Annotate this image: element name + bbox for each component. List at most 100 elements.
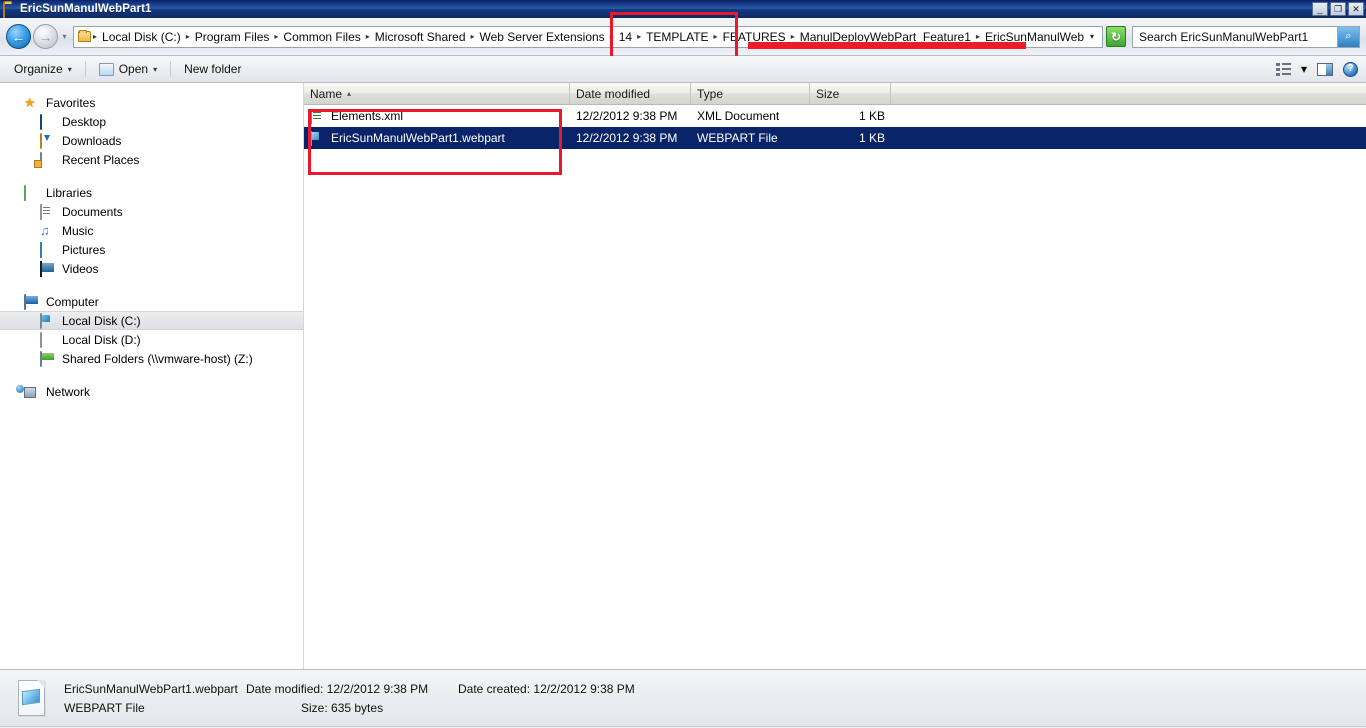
sidebar-item-desktop[interactable]: Desktop (0, 112, 303, 131)
sidebar-item-computer[interactable]: Computer (0, 292, 303, 311)
navigation-bar: ← → ▾ ▸ Local Disk (C:) ▸ Program Files … (0, 12, 1366, 59)
table-row[interactable]: Elements.xml 12/2/2012 9:38 PM XML Docum… (304, 105, 1366, 127)
organize-button[interactable]: Organize ▾ (8, 60, 78, 78)
desktop-icon (40, 113, 56, 130)
details-file-type: WEBPART File (64, 700, 145, 715)
nav-group-libraries: Libraries Documents ♫ Music Pictures Vid… (0, 183, 303, 278)
maximize-button[interactable]: ❐ (1330, 2, 1346, 16)
new-folder-button[interactable]: New folder (178, 60, 247, 78)
recent-pages-dropdown[interactable]: ▾ (58, 32, 71, 41)
details-size-value: 635 bytes (331, 700, 384, 715)
breadcrumb: ▸ Local Disk (C:) ▸ Program Files ▸ Comm… (92, 28, 1084, 46)
sidebar-item-videos[interactable]: Videos (0, 259, 303, 278)
column-header-size[interactable]: Size (810, 83, 891, 104)
open-button[interactable]: Open ▾ (93, 60, 163, 78)
breadcrumb-item-14[interactable]: 14 (615, 28, 636, 46)
sidebar-label: Local Disk (D:) (62, 332, 141, 347)
sidebar-item-shared-folders-z[interactable]: Shared Folders (\\vmware-host) (Z:) (0, 349, 303, 368)
network-drive-icon (40, 350, 56, 367)
drive-icon (40, 331, 56, 348)
videos-icon (40, 260, 56, 277)
breadcrumb-item-local-disk-c[interactable]: Local Disk (C:) (98, 28, 185, 46)
details-column-modified: Date modified: 12/2/2012 9:38 PM Size: 6… (246, 682, 458, 715)
breadcrumb-item-manuldeploywebpart-feature1[interactable]: ManulDeployWebPart_Feature1 (796, 28, 975, 46)
sidebar-item-local-disk-c[interactable]: Local Disk (C:) (0, 311, 303, 330)
address-bar[interactable]: ▸ Local Disk (C:) ▸ Program Files ▸ Comm… (73, 25, 1103, 48)
libraries-icon (24, 184, 40, 201)
preview-pane-icon[interactable] (1317, 62, 1333, 76)
breadcrumb-item-template[interactable]: TEMPLATE (642, 28, 712, 46)
navigation-pane: ★ Favorites Desktop Downloads Recent Pla… (0, 83, 304, 669)
sidebar-label: Pictures (62, 242, 106, 257)
file-rows: Elements.xml 12/2/2012 9:38 PM XML Docum… (304, 105, 1366, 149)
search-input[interactable]: Search EricSunManulWebPart1 ⌕ (1132, 25, 1360, 48)
sidebar-label: Recent Places (62, 152, 140, 167)
refresh-button[interactable]: ↻ (1106, 26, 1126, 47)
window-controls: _ ❐ ✕ (1312, 2, 1364, 16)
details-date-created-value: 12/2/2012 9:38 PM (533, 681, 635, 696)
window-title-bar[interactable]: EricSunManulWebPart1 _ ❐ ✕ (0, 0, 1366, 18)
search-input-value[interactable]: Search EricSunManulWebPart1 (1139, 30, 1337, 44)
sidebar-item-network[interactable]: Network (0, 382, 303, 401)
file-date-cell: 12/2/2012 9:38 PM (576, 109, 678, 123)
breadcrumb-item-ericsunmanulwebpart1[interactable]: EricSunManulWebPart1 (981, 28, 1084, 46)
change-view-icon[interactable] (1275, 62, 1291, 76)
breadcrumb-item-features[interactable]: FEATURES (719, 28, 790, 46)
command-bar-right: ▾ ? (1275, 61, 1358, 77)
file-list-pane: Name ▴ Date modified Type Size Elements.… (304, 83, 1366, 669)
breadcrumb-item-program-files[interactable]: Program Files (191, 28, 274, 46)
sidebar-item-local-disk-d[interactable]: Local Disk (D:) (0, 330, 303, 349)
details-columns: EricSunManulWebPart1.webpart WEBPART Fil… (64, 682, 1352, 715)
documents-icon (40, 203, 56, 220)
help-icon[interactable]: ? (1343, 61, 1358, 77)
column-header-name[interactable]: Name ▴ (304, 83, 570, 104)
toolbar-divider (170, 61, 172, 77)
breadcrumb-item-web-server-extensions[interactable]: Web Server Extensions (476, 28, 609, 46)
sidebar-item-recent-places[interactable]: Recent Places (0, 150, 303, 169)
column-header-date-modified[interactable]: Date modified (570, 83, 691, 104)
column-header-label: Type (697, 86, 724, 101)
sidebar-item-libraries[interactable]: Libraries (0, 183, 303, 202)
nav-group-favorites: ★ Favorites Desktop Downloads Recent Pla… (0, 93, 303, 169)
table-row[interactable]: EricSunManulWebPart1.webpart 12/2/2012 9… (304, 127, 1366, 149)
recent-places-icon (40, 151, 56, 168)
sidebar-label: Shared Folders (\\vmware-host) (Z:) (62, 351, 253, 366)
main-area: ★ Favorites Desktop Downloads Recent Pla… (0, 83, 1366, 669)
file-name-cell: Elements.xml (304, 108, 570, 124)
forward-button[interactable]: → (33, 24, 58, 49)
minimize-button[interactable]: _ (1312, 2, 1328, 16)
open-label: Open (118, 62, 149, 76)
downloads-icon (40, 132, 56, 149)
chevron-down-icon[interactable]: ▾ (1301, 62, 1307, 76)
file-size-cell: 1 KB (858, 131, 885, 145)
column-header-type[interactable]: Type (691, 83, 810, 104)
sidebar-label: Network (46, 384, 91, 399)
sidebar-label: Music (62, 223, 94, 238)
file-name: EricSunManulWebPart1.webpart (331, 131, 505, 145)
new-folder-label: New folder (184, 62, 242, 76)
toolbar-divider (84, 61, 86, 77)
window-title: EricSunManulWebPart1 (20, 3, 152, 15)
back-button[interactable]: ← (6, 24, 31, 49)
hard-drive-icon (40, 312, 56, 329)
sidebar-item-music[interactable]: ♫ Music (0, 221, 303, 240)
close-button[interactable]: ✕ (1348, 2, 1364, 16)
details-date-modified-value: 12/2/2012 9:38 PM (326, 681, 429, 696)
sidebar-label: Downloads (62, 133, 122, 148)
sidebar-item-favorites[interactable]: ★ Favorites (0, 93, 303, 112)
breadcrumb-item-common-files[interactable]: Common Files (279, 28, 364, 46)
sidebar-label: Documents (62, 204, 123, 219)
sort-ascending-icon: ▴ (347, 89, 352, 98)
file-name-cell: EricSunManulWebPart1.webpart (304, 130, 570, 146)
sidebar-label: Libraries (46, 185, 93, 200)
breadcrumb-item-microsoft-shared[interactable]: Microsoft Shared (371, 28, 470, 46)
sidebar-item-downloads[interactable]: Downloads (0, 131, 303, 150)
sidebar-label: Favorites (46, 95, 96, 110)
search-icon[interactable]: ⌕ (1337, 26, 1359, 47)
star-icon: ★ (24, 94, 36, 110)
address-folder-icon (76, 30, 92, 42)
sidebar-item-documents[interactable]: Documents (0, 202, 303, 221)
column-header-label: Size (816, 86, 840, 101)
sidebar-item-pictures[interactable]: Pictures (0, 240, 303, 259)
address-dropdown-icon[interactable]: ▾ (1084, 32, 1100, 41)
